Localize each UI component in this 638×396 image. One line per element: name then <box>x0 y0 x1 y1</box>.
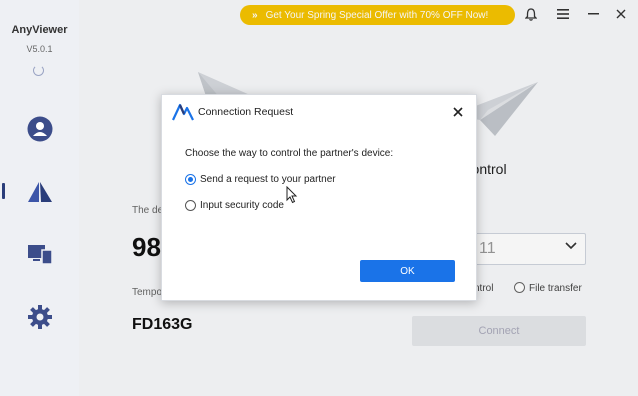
devices-icon <box>27 245 53 265</box>
security-code-radio[interactable] <box>185 200 196 211</box>
app-name: AnyViewer <box>11 24 68 36</box>
sidebar-item-settings[interactable] <box>0 297 79 337</box>
security-code-label: Input security code <box>200 200 284 211</box>
anyviewer-logo-icon <box>172 103 194 121</box>
sidebar-item-remote-control[interactable] <box>0 172 79 212</box>
send-request-label: Send a request to your partner <box>200 174 336 185</box>
loading-spinner-icon <box>33 65 44 76</box>
connection-request-dialog: Connection Request Choose the way to con… <box>161 94 477 301</box>
send-request-radio[interactable] <box>185 174 196 185</box>
mouse-cursor-icon <box>286 186 298 204</box>
sidebar-item-devices[interactable] <box>0 234 79 274</box>
remote-control-icon <box>27 182 52 202</box>
app-version: V5.0.1 <box>26 44 53 54</box>
dialog-close-icon[interactable] <box>451 105 465 119</box>
sidebar-item-account[interactable] <box>0 109 79 149</box>
dialog-prompt: Choose the way to control the partner's … <box>185 148 394 159</box>
ok-button[interactable]: OK <box>360 260 455 282</box>
option-security-code[interactable]: Input security code <box>185 200 284 211</box>
option-send-request[interactable]: Send a request to your partner <box>185 174 336 185</box>
dialog-title: Connection Request <box>198 106 294 118</box>
gear-icon <box>27 305 52 329</box>
user-icon <box>27 116 52 142</box>
sidebar: AnyViewer V5.0.1 <box>0 0 79 396</box>
